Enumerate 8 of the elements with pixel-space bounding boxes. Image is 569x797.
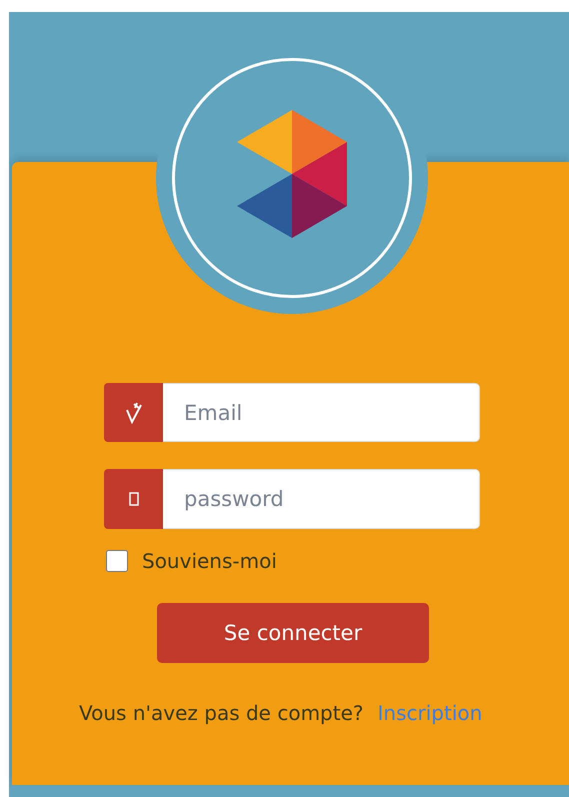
password-field[interactable]: password	[163, 469, 480, 529]
login-button[interactable]: Se connecter	[157, 603, 429, 663]
remember-label: Souviens-moi	[142, 549, 277, 573]
hexagon-logo-icon	[237, 110, 347, 238]
remember-checkbox[interactable]	[106, 550, 128, 572]
signup-prompt: Vous n'avez pas de compte?	[79, 701, 364, 725]
email-field[interactable]: Email	[163, 383, 480, 442]
box-icon	[128, 492, 138, 506]
